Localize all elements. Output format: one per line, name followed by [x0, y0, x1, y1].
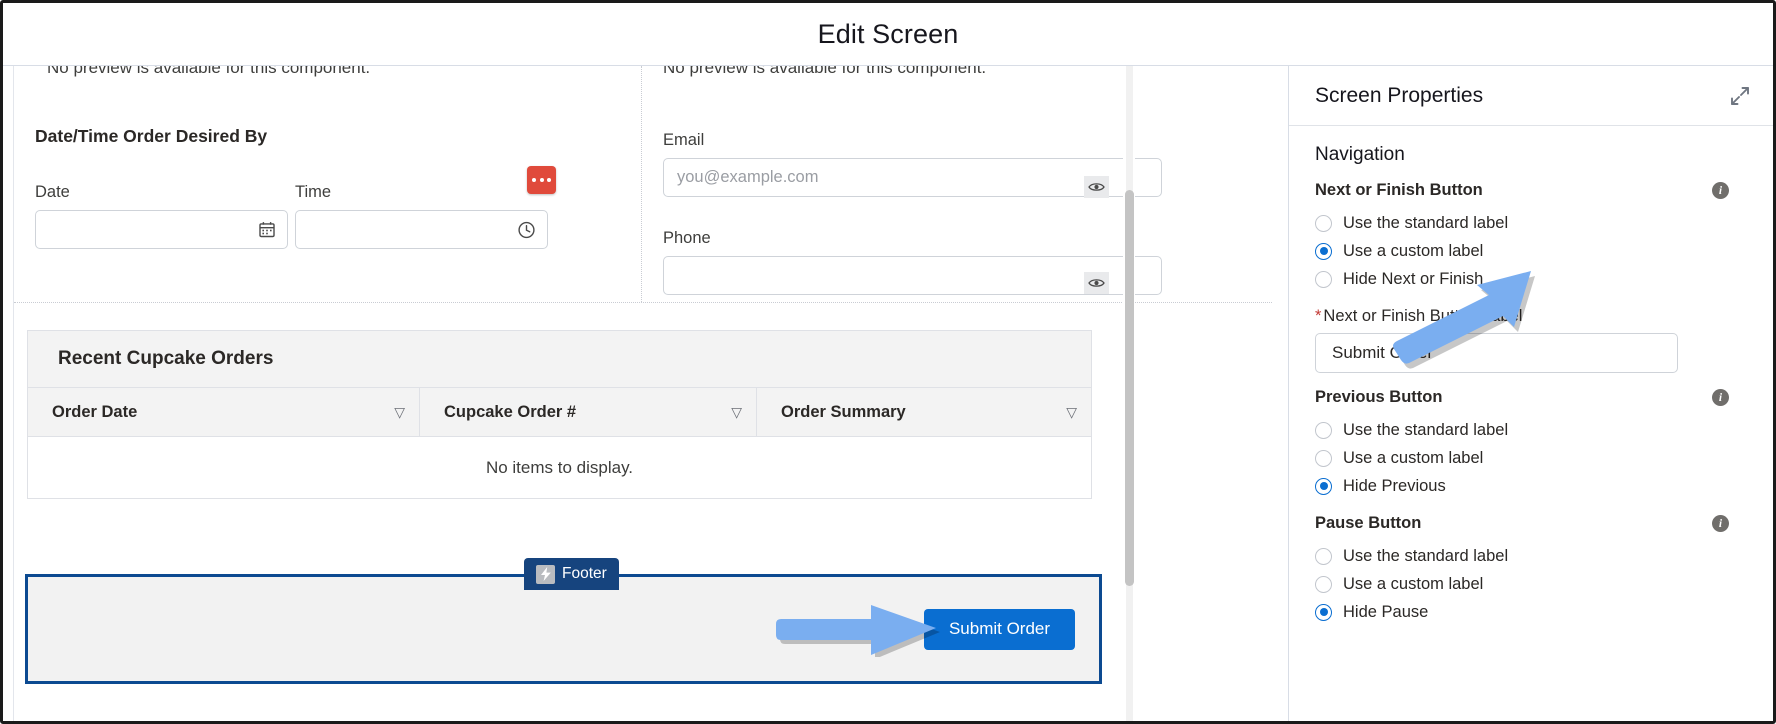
- submit-order-button[interactable]: Submit Order: [924, 608, 1075, 650]
- no-preview-text-left: No preview is available for this compone…: [47, 66, 371, 77]
- radio-next-custom-label[interactable]: Use a custom label: [1315, 237, 1733, 265]
- radio-label: Use the standard label: [1343, 213, 1509, 232]
- no-preview-text-right: No preview is available for this compone…: [663, 66, 987, 77]
- radio-indicator[interactable]: [1315, 575, 1332, 593]
- pause-button-group: Pause Button i Use the standard label Us…: [1315, 514, 1733, 626]
- radio-label: Hide Previous: [1343, 476, 1446, 495]
- radio-indicator[interactable]: [1315, 242, 1332, 260]
- date-field-label: Date: [35, 183, 70, 201]
- expand-icon[interactable]: [1729, 85, 1751, 107]
- date-field: Date: [35, 183, 288, 249]
- screen-canvas-area: No preview is available for this compone…: [3, 66, 1288, 721]
- previous-button-group: Previous Button i Use the standard label…: [1315, 388, 1733, 500]
- date-input[interactable]: [35, 210, 288, 249]
- canvas-scrollbar[interactable]: [1123, 66, 1135, 721]
- radio-pause-standard-label[interactable]: Use the standard label: [1315, 542, 1733, 570]
- table-header: Recent Cupcake Orders: [28, 331, 1091, 388]
- eye-icon[interactable]: [1084, 272, 1109, 294]
- email-field-label: Email: [663, 131, 705, 149]
- info-icon[interactable]: i: [1712, 389, 1729, 406]
- annotation-arrow-canvas: [776, 605, 940, 657]
- table-body: No items to display.: [28, 437, 1091, 498]
- radio-hide-previous[interactable]: Hide Previous: [1315, 472, 1733, 500]
- calendar-icon[interactable]: [257, 220, 276, 239]
- annotation-arrow-properties: [1393, 271, 1535, 369]
- email-input-placeholder: you@example.com: [677, 168, 819, 186]
- group-label: Pause Button: [1315, 514, 1422, 532]
- radio-label: Use a custom label: [1343, 448, 1484, 467]
- window-body: No preview is available for this compone…: [3, 66, 1773, 721]
- radio-indicator[interactable]: [1315, 603, 1332, 621]
- radio-indicator[interactable]: [1315, 547, 1332, 565]
- lightning-bolt-icon: [536, 564, 555, 584]
- radio-indicator[interactable]: [1315, 449, 1332, 467]
- column-label: Cupcake Order #: [444, 402, 577, 421]
- chevron-down-icon[interactable]: ▽: [394, 404, 405, 421]
- phone-field-label: Phone: [663, 229, 711, 247]
- more-actions-icon[interactable]: [527, 166, 556, 194]
- component-column-right: No preview is available for this compone…: [643, 66, 1272, 302]
- column-header-cupcake-order[interactable]: Cupcake Order # ▽: [420, 388, 757, 436]
- radio-indicator[interactable]: [1315, 214, 1332, 232]
- group-header: Previous Button i: [1315, 388, 1733, 407]
- table-title: Recent Cupcake Orders: [58, 348, 274, 369]
- footer-component-badge[interactable]: Footer: [524, 558, 619, 590]
- properties-title: Screen Properties: [1315, 83, 1484, 107]
- info-icon[interactable]: i: [1712, 515, 1729, 532]
- table-column-headers: Order Date ▽ Cupcake Order # ▽ Order Sum…: [28, 388, 1091, 437]
- column-label: Order Summary: [781, 402, 906, 421]
- radio-indicator[interactable]: [1315, 421, 1332, 439]
- radio-indicator[interactable]: [1315, 270, 1332, 288]
- clock-icon[interactable]: [517, 220, 536, 239]
- page-title: Edit Screen: [817, 18, 959, 49]
- footer-badge-label: Footer: [562, 565, 607, 582]
- required-asterisk: *: [1315, 307, 1322, 325]
- radio-prev-custom-label[interactable]: Use a custom label: [1315, 444, 1733, 472]
- radio-next-standard-label[interactable]: Use the standard label: [1315, 209, 1733, 237]
- screen-properties-panel: Screen Properties Navigation Next or Fin…: [1288, 66, 1773, 721]
- group-header: Pause Button i: [1315, 514, 1733, 533]
- radio-label: Use the standard label: [1343, 420, 1509, 439]
- column-header-order-summary[interactable]: Order Summary ▽: [757, 388, 1091, 436]
- group-label: Next or Finish Button: [1315, 181, 1483, 199]
- datetime-group-title: Date/Time Order Desired By: [35, 126, 268, 146]
- window-titlebar: Edit Screen: [3, 3, 1773, 66]
- column-label: Order Date: [52, 402, 138, 421]
- radio-label: Use the standard label: [1343, 546, 1509, 565]
- info-icon[interactable]: i: [1712, 182, 1729, 199]
- more-actions-dots: [532, 178, 551, 182]
- radio-hide-pause[interactable]: Hide Pause: [1315, 598, 1733, 626]
- screen-canvas: No preview is available for this compone…: [14, 66, 1274, 721]
- radio-pause-custom-label[interactable]: Use a custom label: [1315, 570, 1733, 598]
- chevron-down-icon[interactable]: ▽: [731, 404, 742, 421]
- properties-body: Navigation Next or Finish Button i Use t…: [1289, 126, 1773, 720]
- chevron-down-icon[interactable]: ▽: [1066, 404, 1077, 421]
- recent-orders-table: Recent Cupcake Orders Order Date ▽ Cupca…: [27, 330, 1092, 499]
- column-header-order-date[interactable]: Order Date ▽: [28, 388, 420, 436]
- radio-prev-standard-label[interactable]: Use the standard label: [1315, 416, 1733, 444]
- table-empty-message: No items to display.: [485, 457, 634, 477]
- radio-indicator[interactable]: [1315, 477, 1332, 495]
- time-input[interactable]: [295, 210, 548, 249]
- radio-label: Hide Pause: [1343, 602, 1429, 621]
- radio-label: Use a custom label: [1343, 241, 1484, 260]
- time-field-label: Time: [295, 183, 332, 201]
- canvas-left-rail: [3, 66, 14, 721]
- navigation-section-title: Navigation: [1315, 144, 1405, 165]
- eye-icon[interactable]: [1084, 176, 1109, 198]
- radio-label: Use a custom label: [1343, 574, 1484, 593]
- group-header: Next or Finish Button i: [1315, 181, 1733, 200]
- canvas-scrollbar-thumb[interactable]: [1125, 190, 1134, 586]
- time-field: Time: [295, 183, 548, 249]
- group-label: Previous Button: [1315, 388, 1443, 406]
- properties-header: Screen Properties: [1289, 66, 1773, 126]
- edit-screen-window: Edit Screen No preview is available for …: [0, 0, 1776, 724]
